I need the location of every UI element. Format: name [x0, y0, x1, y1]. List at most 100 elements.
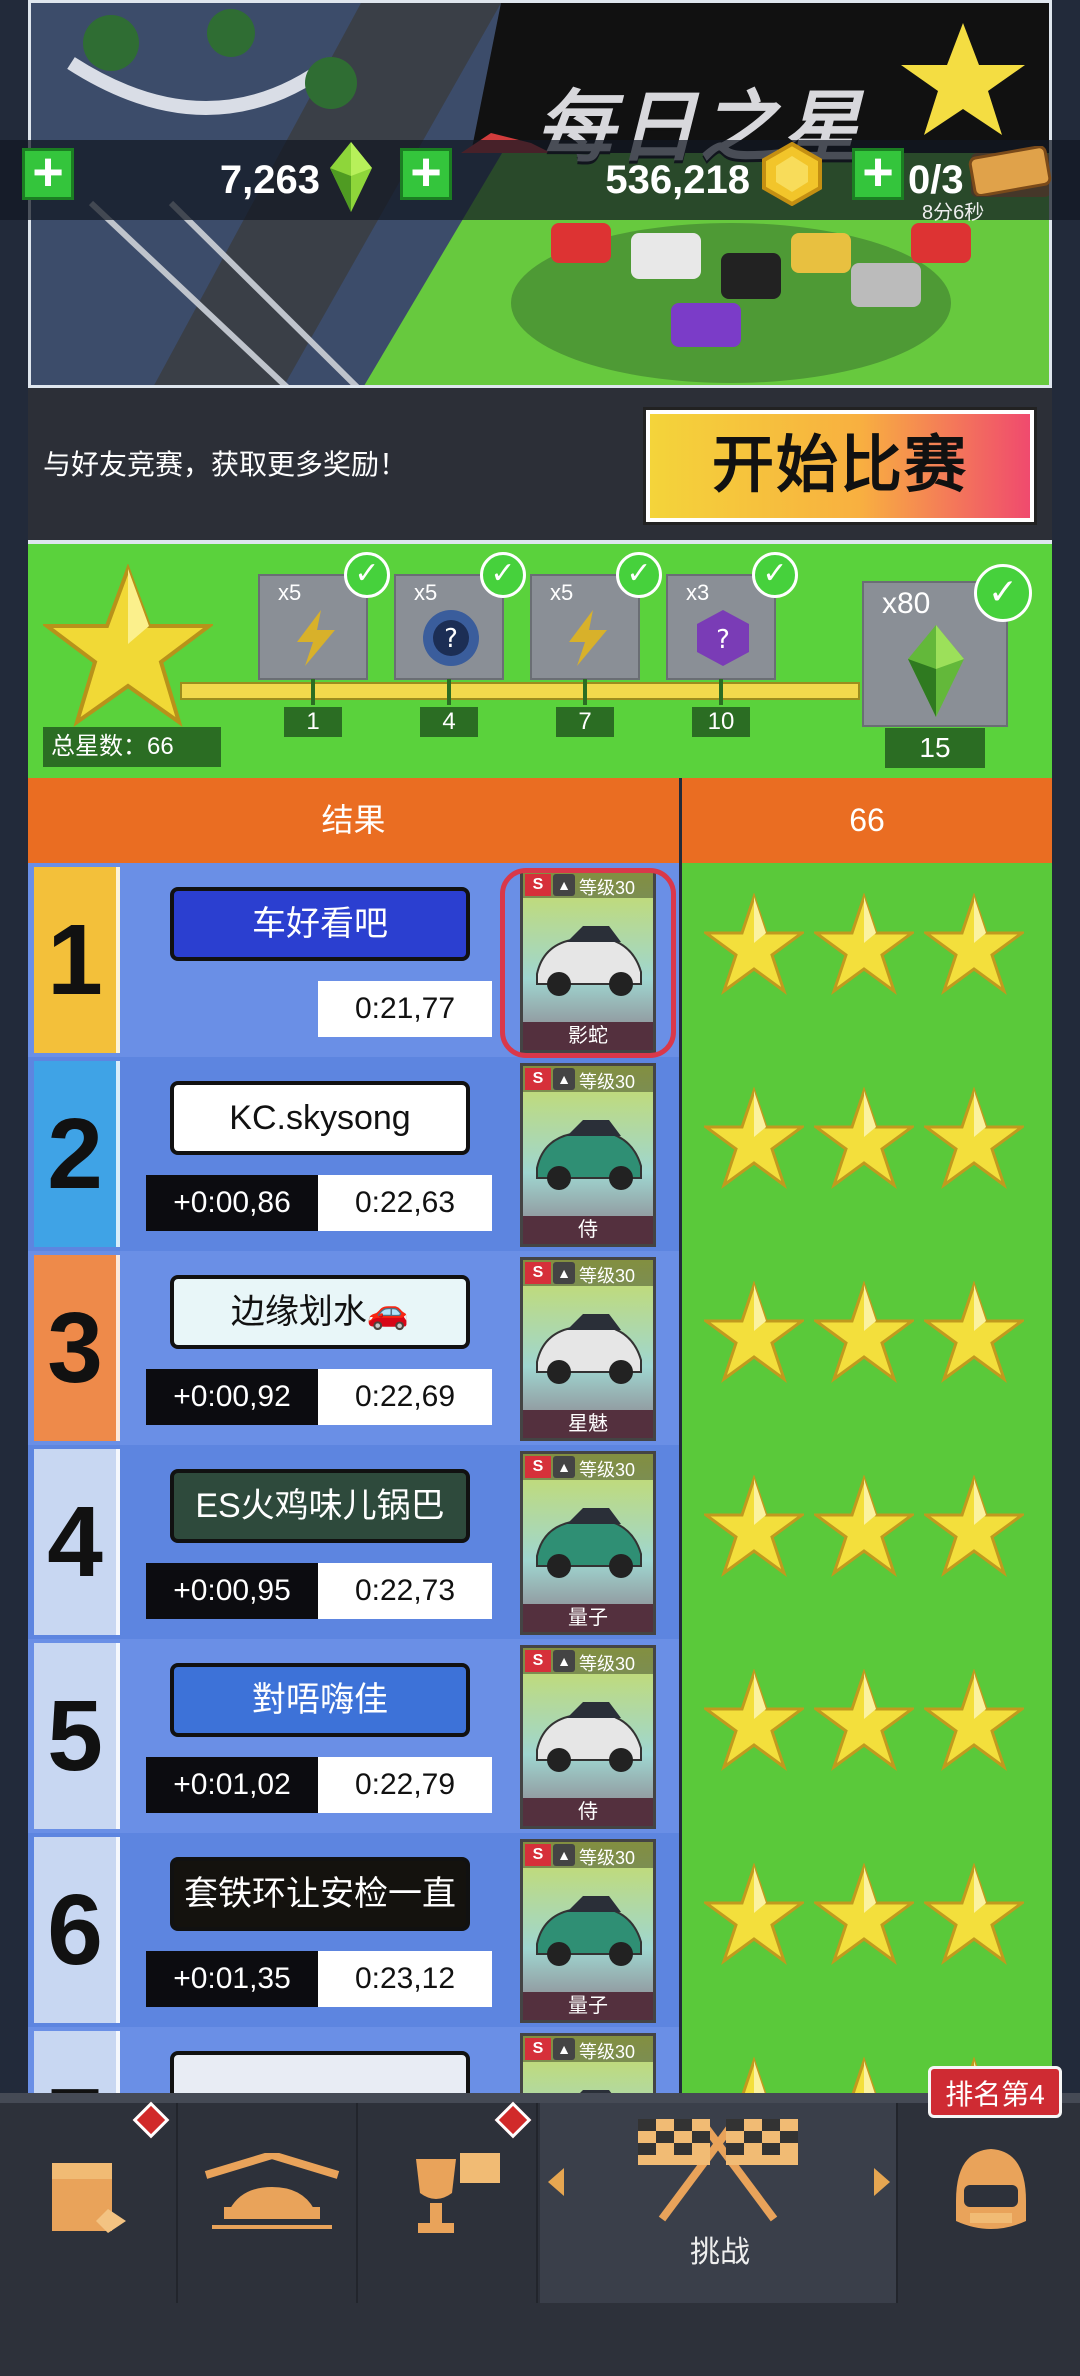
class-badge-icon: S — [525, 1650, 551, 1672]
row-left: 6 套铁环让安检一直摸 +0:01,35 0:23,12 S ▲ 等级30 量子 — [28, 1833, 679, 2027]
nav-garage[interactable] — [180, 2103, 358, 2303]
reward-level: 4 — [420, 707, 478, 737]
row-stars — [682, 863, 1052, 1057]
rank-number: 7 — [34, 2031, 120, 2093]
car-image — [536, 1314, 642, 1384]
player-plate[interactable] — [170, 2051, 470, 2093]
rank-number: 5 — [34, 1643, 120, 1829]
car-class-icon: ▲ — [553, 1844, 575, 1866]
trophy-flag-icon — [416, 2153, 500, 2233]
bottom-nav: 挑战 — [0, 2093, 1080, 2376]
player-plate[interactable]: ES火鸡味儿锅巴 — [170, 1469, 470, 1543]
claimed-check-icon: ✓ — [974, 564, 1032, 622]
car-class-icon: ▲ — [553, 1650, 575, 1672]
player-plate[interactable]: 车好看吧 — [170, 887, 470, 961]
add-tickets-button[interactable]: + — [852, 145, 904, 200]
star-rating — [704, 1087, 1024, 1189]
track-tick — [583, 679, 587, 705]
car-class-icon: ▲ — [553, 2038, 575, 2060]
lightning-icon — [297, 610, 335, 666]
leaderboard-row[interactable]: 7 S ▲ 等级30 — [28, 2027, 1052, 2093]
result-star-icon — [704, 1281, 804, 1383]
add-coins-button[interactable]: + — [400, 145, 452, 200]
track-tick — [447, 679, 451, 705]
time-gap: +0:00,95 — [146, 1563, 318, 1619]
car-level: 等级30 — [579, 1266, 636, 1286]
car-class-icon: ▲ — [553, 1068, 575, 1090]
time-gap: +0:00,86 — [146, 1175, 318, 1231]
result-star-icon — [924, 1669, 1024, 1771]
row-stars — [682, 1833, 1052, 2027]
race-time: 0:21,77 — [318, 981, 492, 1037]
leaderboard-row[interactable]: 2 KC.skysong +0:00,86 0:22,63 S ▲ 等级30 侍 — [28, 1057, 1052, 1251]
car-card[interactable]: S ▲ 等级30 — [520, 2033, 656, 2093]
currency-bar: + 7,263 + 536,218 + 0/3 8分6秒 — [0, 140, 1080, 224]
row-left: 4 ES火鸡味儿锅巴 +0:00,95 0:22,73 S ▲ 等级30 量子 — [28, 1445, 679, 1639]
result-star-icon — [704, 1087, 804, 1189]
player-name: 對唔嗨佳 — [252, 1681, 388, 1719]
result-star-icon — [814, 1281, 914, 1383]
leaderboard-row[interactable]: 3 边缘划水🚗 +0:00,92 0:22,69 S ▲ 等级30 星魅 — [28, 1251, 1052, 1445]
speed-hunter-ticket-icon — [968, 146, 1052, 196]
start-race-button[interactable]: 开始比赛 — [646, 410, 1034, 522]
car-card[interactable]: S ▲ 等级30 量子 — [520, 1839, 656, 2023]
player-plate[interactable]: 對唔嗨佳 — [170, 1663, 470, 1737]
player-name: 车好看吧 — [252, 905, 388, 943]
result-star-icon — [924, 893, 1024, 995]
player-name — [174, 2055, 466, 2093]
result-star-icon — [814, 893, 914, 995]
player-plate[interactable]: KC.skysong — [170, 1081, 470, 1155]
car-card[interactable]: S ▲ 等级30 量子 — [520, 1451, 656, 1635]
nav-next-arrow-icon[interactable] — [874, 2168, 890, 2196]
player-plate[interactable]: 边缘划水🚗 — [170, 1275, 470, 1349]
result-star-icon — [814, 1087, 914, 1189]
car-class-icon: ▲ — [553, 1456, 575, 1478]
reward-count: x5 — [278, 580, 302, 605]
car-card[interactable]: S ▲ 等级30 侍 — [520, 1063, 656, 1247]
row-stars — [682, 1639, 1052, 1833]
car-card[interactable]: S ▲ 等级30 侍 — [520, 1645, 656, 1829]
reward-count: x80 — [882, 587, 931, 620]
car-level: 等级30 — [579, 1460, 636, 1480]
rank-number: 6 — [34, 1837, 120, 2023]
reward-level: 7 — [556, 707, 614, 737]
row-stars — [682, 1251, 1052, 1445]
claimed-check-icon: ✓ — [752, 552, 798, 598]
class-badge-icon: S — [525, 1456, 551, 1478]
car-level: 等级30 — [579, 2042, 636, 2062]
car-card[interactable]: S ▲ 等级30 星魅 — [520, 1257, 656, 1441]
leaderboard-row[interactable]: 5 對唔嗨佳 +0:01,02 0:22,79 S ▲ 等级30 侍 — [28, 1639, 1052, 1833]
game-screen: 每日之星 + 7,263 + 536,218 + 0/3 8分6秒 与好友竞赛，… — [0, 0, 1080, 2376]
leaderboard-row[interactable]: 4 ES火鸡味儿锅巴 +0:00,95 0:22,73 S ▲ 等级30 量子 — [28, 1445, 1052, 1639]
nav-challenge[interactable] — [540, 2103, 898, 2303]
car-name: 侍 — [523, 1216, 653, 1244]
result-star-icon — [814, 1863, 914, 1965]
gems-value: 7,263 — [219, 158, 320, 202]
nav-prev-arrow-icon[interactable] — [548, 2168, 564, 2196]
star-rating — [704, 1863, 1024, 1965]
garage-car-icon — [204, 2153, 340, 2229]
coin-icon — [762, 142, 822, 206]
leaderboard-row[interactable]: 6 套铁环让安检一直摸 +0:01,35 0:23,12 S ▲ 等级30 量子 — [28, 1833, 1052, 2027]
track-tick — [311, 679, 315, 705]
claimed-check-icon: ✓ — [480, 552, 526, 598]
ticket-timer: 8分6秒 — [922, 202, 985, 224]
challenge-label: 挑战 — [690, 2236, 750, 2269]
car-level: 等级30 — [579, 1654, 636, 1674]
car-name: 量子 — [523, 1604, 653, 1632]
star-rating — [704, 1475, 1024, 1577]
star-rating — [704, 893, 1024, 995]
nav-profile[interactable] — [900, 2103, 1080, 2303]
result-star-icon — [704, 1669, 804, 1771]
time-gap: +0:01,02 — [146, 1757, 318, 1813]
rank-number: 3 — [34, 1255, 120, 1441]
result-star-icon — [924, 1863, 1024, 1965]
add-gems-button[interactable]: + — [22, 145, 74, 200]
lightning-icon — [569, 610, 607, 666]
car-image — [536, 1702, 642, 1772]
time-gap: +0:00,92 — [146, 1369, 318, 1425]
time-gap: +0:01,35 — [146, 1951, 318, 2007]
stars-total-header: 66 — [682, 778, 1052, 863]
invite-panel: 与好友竞赛，获取更多奖励！ 开始比赛 — [28, 388, 1052, 540]
player-plate[interactable]: 套铁环让安检一直摸 — [170, 1857, 470, 1931]
